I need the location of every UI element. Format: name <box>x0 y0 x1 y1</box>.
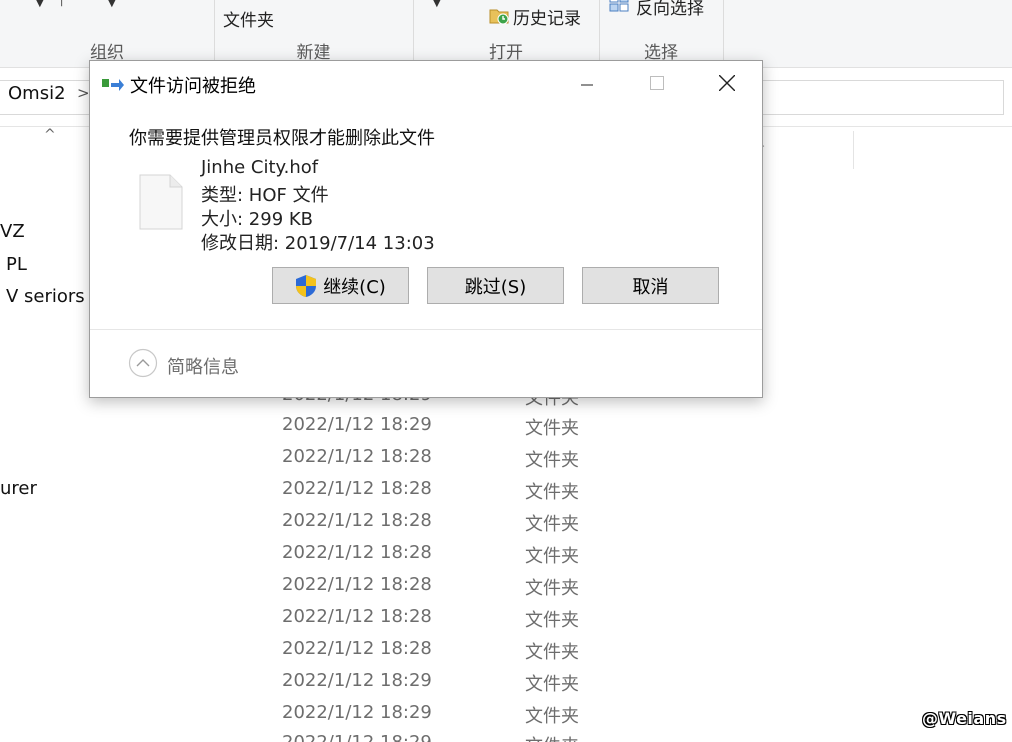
row-date: 2022/1/12 18:29 <box>282 732 432 742</box>
ribbon-group-organize: ▼ | ▼ 组织 <box>0 0 215 67</box>
list-item-name[interactable]: V seriors <box>6 286 85 307</box>
row-type: 文件夹 <box>525 578 579 599</box>
row-type: 文件夹 <box>525 732 579 742</box>
table-row[interactable]: 2022/1/12 18:29 文件夹 <box>0 724 1012 742</box>
file-move-icon <box>102 79 124 91</box>
column-divider[interactable] <box>853 131 854 169</box>
maximize-icon <box>650 76 664 90</box>
close-button[interactable] <box>696 61 758 105</box>
invert-selection-icon[interactable] <box>609 0 629 12</box>
list-item-name[interactable]: PL <box>6 254 27 275</box>
new-folder-button[interactable]: 文件夹 <box>223 6 274 31</box>
row-date: 2022/1/12 18:29 <box>282 670 432 691</box>
chevron-down-icon[interactable]: ▼ <box>108 0 116 9</box>
details-toggle-label[interactable]: 简略信息 <box>167 353 239 379</box>
row-date: 2022/1/12 18:28 <box>282 542 432 563</box>
list-item-name[interactable]: VZ <box>0 221 25 242</box>
row-type: 文件夹 <box>525 546 579 567</box>
continue-button[interactable]: 继续(C) <box>272 267 409 304</box>
history-icon[interactable] <box>488 4 510 26</box>
row-type: 文件夹 <box>525 642 579 663</box>
row-date: 2022/1/12 18:28 <box>282 606 432 627</box>
minimize-button[interactable] <box>556 61 618 105</box>
ribbon-group-new: 文件夹 新建 <box>214 0 414 67</box>
cancel-button[interactable]: 取消 <box>582 267 719 304</box>
file-icon <box>139 174 183 230</box>
table-row[interactable]: 2022/1/12 18:28 文件夹 <box>0 570 1012 602</box>
table-row[interactable]: 2022/1/12 18:29 文件夹 <box>0 410 1012 442</box>
dialog-message: 你需要提供管理员权限才能删除此文件 <box>129 128 435 149</box>
skip-button[interactable]: 跳过(S) <box>427 267 564 304</box>
table-row[interactable]: 2022/1/12 18:28 文件夹 <box>0 474 1012 506</box>
continue-label: 继续(C) <box>323 276 386 298</box>
table-row[interactable]: 2022/1/12 18:29 文件夹 <box>0 666 1012 698</box>
dialog-separator <box>90 329 762 330</box>
row-type: 文件夹 <box>525 514 579 535</box>
file-name: Jinhe City.hof <box>201 157 319 178</box>
chevron-down-icon[interactable]: ▼ <box>36 0 44 9</box>
table-row[interactable]: 2022/1/12 18:28 文件夹 <box>0 634 1012 666</box>
access-denied-dialog: 文件访问被拒绝 你需要提供管理员权限才能删除此文件 Jinhe City.hof… <box>89 60 763 398</box>
table-row[interactable]: 2022/1/12 18:28 文件夹 <box>0 538 1012 570</box>
row-date: 2022/1/12 18:28 <box>282 478 432 499</box>
row-type: 文件夹 <box>525 482 579 503</box>
close-icon <box>719 75 735 91</box>
row-date: 2022/1/12 18:28 <box>282 510 432 531</box>
table-row[interactable]: 2022/1/12 18:28 文件夹 <box>0 442 1012 474</box>
history-button[interactable]: 历史记录 <box>513 4 581 29</box>
dialog-title: 文件访问被拒绝 <box>130 76 256 97</box>
breadcrumb-omsi2[interactable]: Omsi2 <box>8 83 66 104</box>
row-type: 文件夹 <box>525 674 579 695</box>
row-type: 文件夹 <box>525 418 579 439</box>
minimize-icon <box>581 84 593 86</box>
chevron-down-icon[interactable]: ▼ <box>433 0 441 9</box>
row-date: 2022/1/12 18:28 <box>282 638 432 659</box>
file-type: 类型: HOF 文件 <box>201 185 329 206</box>
collapse-details-icon[interactable] <box>128 348 158 378</box>
row-date: 2022/1/12 18:28 <box>282 446 432 467</box>
table-row[interactable]: 2022/1/12 18:28 文件夹 <box>0 602 1012 634</box>
invert-selection-button[interactable]: 反向选择 <box>636 0 704 19</box>
row-date: 2022/1/12 18:29 <box>282 702 432 723</box>
file-modified: 修改日期: 2019/7/14 13:03 <box>201 233 435 254</box>
ribbon: ▼ | ▼ 组织 文件夹 新建 ▼ 打开 历史记录 选择 反向选择 <box>0 0 1012 68</box>
sort-up-icon[interactable]: ^ <box>44 127 56 143</box>
chevron-right-icon[interactable]: > <box>77 84 90 102</box>
row-type: 文件夹 <box>525 450 579 471</box>
uac-shield-icon <box>296 274 317 297</box>
maximize-button[interactable] <box>626 61 688 105</box>
row-date: 2022/1/12 18:29 <box>282 414 432 435</box>
row-date: 2022/1/12 18:28 <box>282 574 432 595</box>
row-type: 文件夹 <box>525 610 579 631</box>
table-row[interactable]: 2022/1/12 18:28 文件夹 <box>0 506 1012 538</box>
file-size: 大小: 299 KB <box>201 209 314 230</box>
divider-icon: | <box>60 0 64 7</box>
watermark: @Weians <box>922 709 1007 728</box>
